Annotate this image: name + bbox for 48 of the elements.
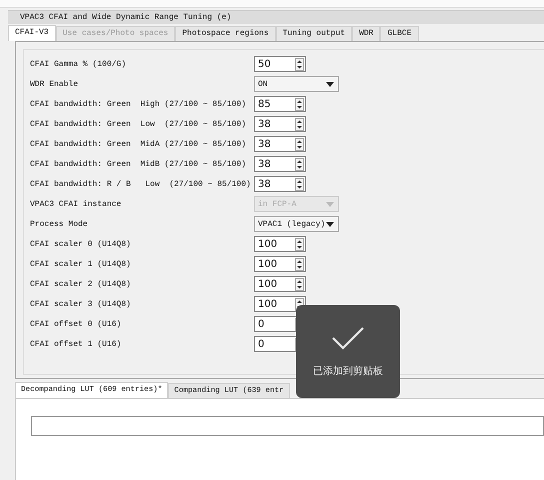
spin-box[interactable]: 100: [254, 256, 306, 272]
caret-icon: [326, 82, 334, 86]
spin-arrows-icon[interactable]: [295, 118, 304, 130]
setting-label: CFAI bandwidth: Green MidB (27/100 ~ 85/100): [30, 160, 248, 168]
spin-arrows-icon[interactable]: [295, 58, 304, 70]
spin-box[interactable]: 100: [254, 236, 306, 252]
setting-label: CFAI offset 0 (U16): [30, 320, 122, 328]
setting-label: VPAC3 CFAI instance: [30, 200, 122, 208]
setting-label: Process Mode: [30, 220, 89, 228]
input-field[interactable]: [31, 416, 544, 436]
spin-arrows-icon[interactable]: [295, 278, 304, 290]
setting-label: CFAI bandwidth: R / B Low (27/100 ~ 85/100): [30, 180, 252, 188]
caret-icon: [326, 202, 334, 206]
setting-label: CFAI offset 1 (U16): [30, 340, 122, 348]
spin-arrows-icon[interactable]: [295, 238, 304, 250]
toast-message: 已添加到剪贴板: [313, 364, 383, 378]
tab[interactable]: WDR: [352, 26, 380, 41]
setting-label: WDR Enable: [30, 80, 80, 88]
spin-arrows-icon[interactable]: [295, 258, 304, 270]
spin-arrows-icon[interactable]: [295, 178, 304, 190]
dropdown[interactable]: VPAC1 (legacy): [254, 216, 339, 232]
tab[interactable]: Tuning output: [276, 26, 352, 41]
spin-box[interactable]: 100: [254, 276, 306, 292]
checkmark-icon: [331, 326, 365, 350]
setting-label: CFAI bandwidth: Green Low (27/100 ~ 85/100): [30, 120, 248, 128]
setting-label: CFAI scaler 3 (U14Q8): [30, 300, 132, 308]
setting-label: CFAI scaler 2 (U14Q8): [30, 280, 132, 288]
caret-icon: [326, 222, 334, 226]
tab[interactable]: GLBCE: [380, 26, 418, 41]
spin-arrows-icon[interactable]: [295, 138, 304, 150]
setting-label: CFAI scaler 0 (U14Q8): [30, 240, 132, 248]
window-title: VPAC3 CFAI and Wide Dynamic Range Tuning (e): [8, 10, 544, 24]
dropdown[interactable]: ON: [254, 76, 339, 92]
spin-box[interactable]: 38: [254, 176, 306, 192]
spin-box[interactable]: 100: [254, 296, 306, 312]
spin-box[interactable]: 38: [254, 156, 306, 172]
setting-label: CFAI bandwidth: Green MidA (27/100 ~ 85/100): [30, 140, 248, 148]
spin-box[interactable]: 50: [254, 56, 306, 72]
spin-box[interactable]: 85: [254, 96, 306, 112]
setting-label: CFAI Gamma % (100/G): [30, 60, 128, 68]
spin-arrows-icon[interactable]: [295, 158, 304, 170]
setting-label: CFAI bandwidth: Green High (27/100 ~ 85/100): [30, 100, 248, 108]
tab[interactable]: Photospace regions: [175, 26, 276, 41]
spin-arrows-icon[interactable]: [295, 98, 304, 110]
spin-box[interactable]: 38: [254, 136, 306, 152]
spin-box[interactable]: 38: [254, 116, 306, 132]
setting-label: CFAI scaler 1 (U14Q8): [30, 260, 132, 268]
tab[interactable]: CFAI-V3: [8, 25, 56, 41]
